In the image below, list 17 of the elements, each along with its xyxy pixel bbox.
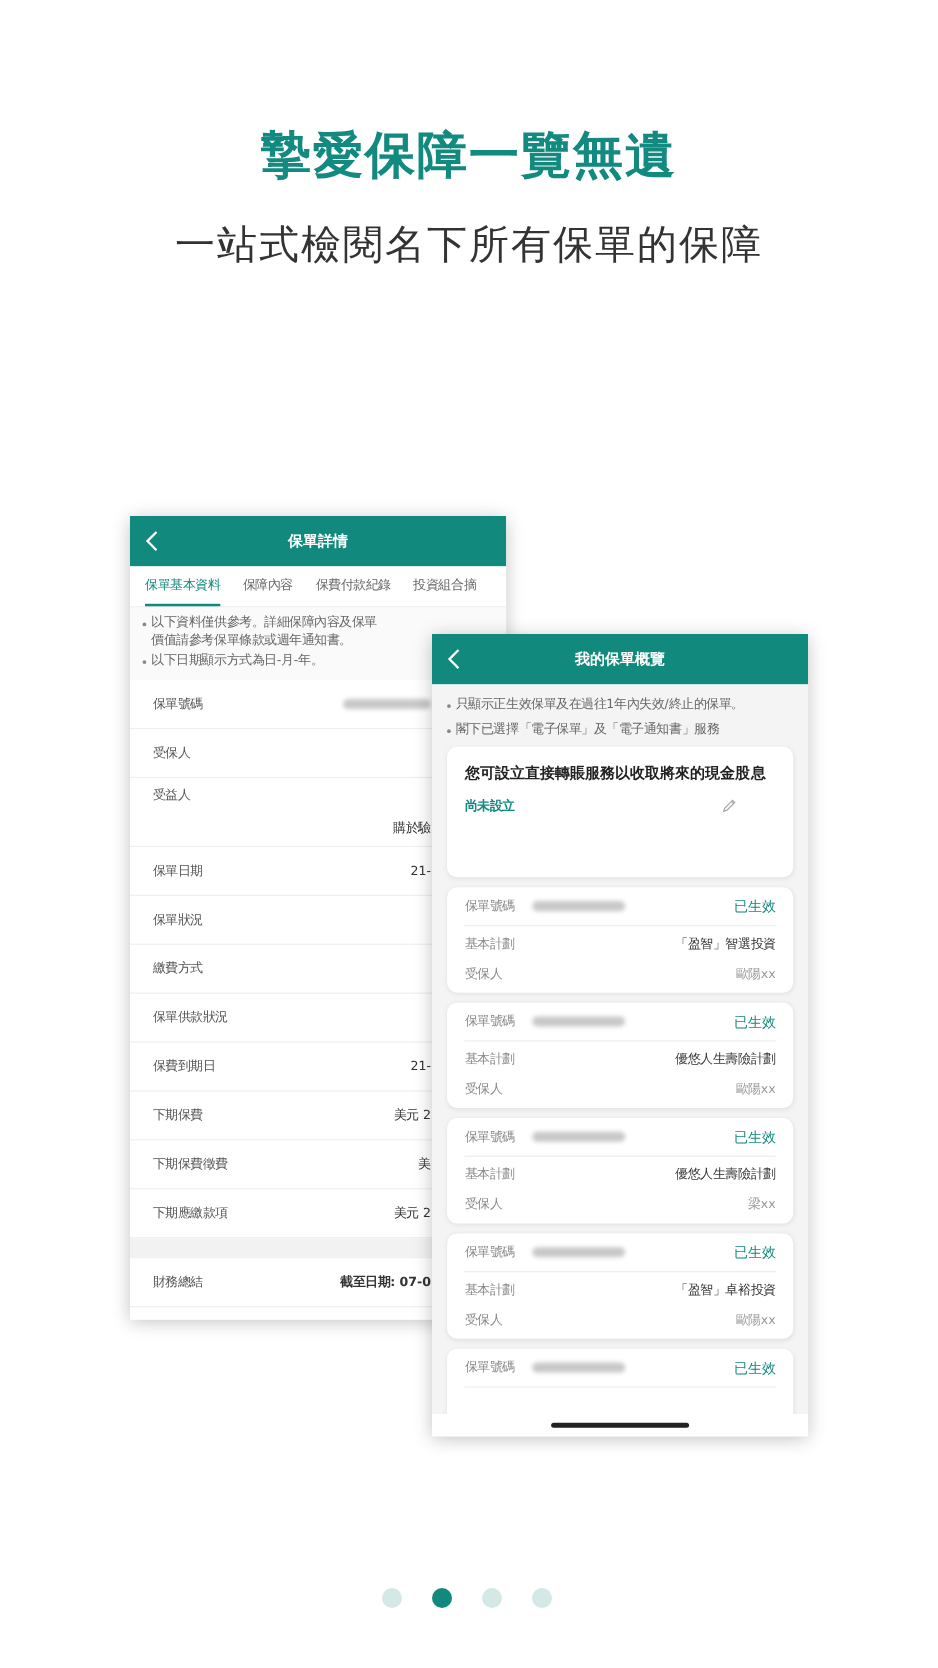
page-dot[interactable] (532, 1588, 552, 1608)
redacted-bar (532, 1247, 626, 1258)
redacted-bar (532, 1131, 626, 1142)
redacted-bar (343, 699, 431, 710)
redacted-bar (532, 901, 626, 912)
page-dot[interactable] (432, 1588, 452, 1608)
pencil-icon[interactable] (720, 797, 738, 815)
back-icon[interactable] (145, 529, 159, 553)
page-dot[interactable] (482, 1588, 502, 1608)
redacted-bar (532, 1016, 626, 1027)
home-indicator (551, 1422, 690, 1428)
back-icon[interactable] (447, 647, 461, 671)
page-dot[interactable] (382, 1588, 402, 1608)
redacted-bar (532, 1362, 626, 1373)
subheadline: 一站式檢閱名下所有保單的保障 (173, 218, 765, 272)
bullet-icon (142, 622, 147, 627)
headline: 摯愛保障一覽無遺 (259, 124, 679, 188)
